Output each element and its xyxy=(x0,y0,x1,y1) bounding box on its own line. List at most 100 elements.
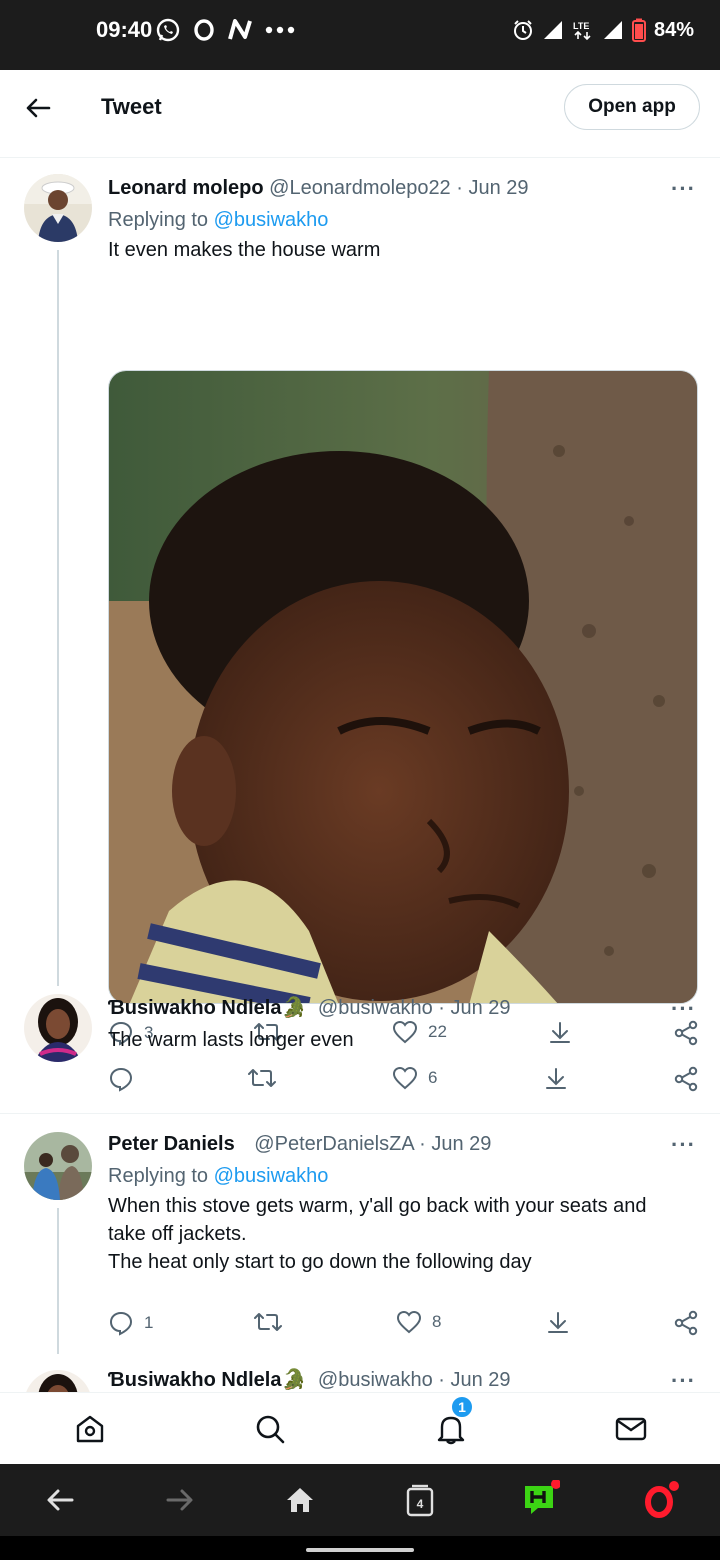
crocodile-emoji: 🐊 xyxy=(281,997,307,1019)
retweet-button[interactable] xyxy=(253,1310,293,1334)
share-link-button[interactable] xyxy=(673,1066,699,1092)
whatsapp-icon xyxy=(156,18,180,42)
alarm-icon xyxy=(513,20,532,40)
browser-back-button[interactable] xyxy=(40,1480,80,1520)
retweet-icon xyxy=(248,1069,276,1087)
more-options-icon[interactable]: ··· xyxy=(671,996,696,1022)
notification-badge: 1 xyxy=(450,1395,474,1419)
tweet-header: Leonard molepo @Leonardmolepo22 · Jun 29 xyxy=(108,174,700,202)
arrow-left-icon xyxy=(26,98,51,118)
opera-menu-icon xyxy=(645,1481,679,1518)
tweet-text-line: take off jackets. xyxy=(108,1223,247,1245)
signal-icon xyxy=(543,21,562,39)
crocodile-emoji: 🐊 xyxy=(281,1369,307,1391)
avatar[interactable] xyxy=(24,994,92,1062)
replying-label: Replying to xyxy=(108,1165,214,1187)
browser-tabs-button[interactable]: 4 xyxy=(400,1480,440,1520)
share-nodes-icon xyxy=(674,1310,698,1336)
battery-icon xyxy=(631,18,646,42)
status-bar: 09:40 LTE 84% xyxy=(0,0,720,70)
nav-search[interactable] xyxy=(250,1409,290,1449)
tweet-header: Ɓusiwakho Ndlela🐊 @busiwakho · Jun 29 xyxy=(108,1366,700,1394)
avatar[interactable] xyxy=(24,1132,92,1200)
tweet-date[interactable]: · Jun 29 xyxy=(456,177,528,199)
lte-icon: LTE xyxy=(573,21,591,41)
author-name[interactable]: Peter Daniels xyxy=(108,1133,235,1155)
tweet-text: The warm lasts longer even xyxy=(108,1029,354,1051)
tweet-text-line: When this stove gets warm, y'all go back… xyxy=(108,1195,647,1217)
share-button[interactable] xyxy=(544,1066,568,1092)
tweet-header: Peter Daniels @PeterDanielsZA · Jun 29 xyxy=(108,1130,700,1158)
reply-icon xyxy=(109,1311,133,1336)
reply-button[interactable]: 1 xyxy=(108,1310,153,1336)
author-handle[interactable]: @busiwakho xyxy=(318,997,433,1019)
page-title: Tweet xyxy=(101,94,162,119)
tweet-text: When this stove gets warm, y'all go back… xyxy=(108,1192,700,1276)
like-button[interactable]: 8 xyxy=(396,1310,441,1334)
tweet-text: It even makes the house warm xyxy=(108,239,381,261)
heart-icon xyxy=(396,1310,422,1334)
opera-icon xyxy=(194,19,214,41)
twitter-app: Tweet Open app Leonard molepo @Leonardmo… xyxy=(0,70,720,1464)
home-icon xyxy=(76,1415,104,1443)
author-name[interactable]: Ɓusiwakho Ndlela xyxy=(108,1369,281,1391)
replying-label: Replying to xyxy=(108,209,214,231)
replying-to-link[interactable]: @busiwakho xyxy=(214,1165,329,1187)
browser-forward-button[interactable] xyxy=(160,1480,200,1520)
author-name[interactable]: Ɓusiwakho Ndlela xyxy=(108,997,281,1019)
replying-to-link[interactable]: @busiwakho xyxy=(214,209,329,231)
more-options-icon[interactable]: ··· xyxy=(671,1132,696,1158)
avatar[interactable] xyxy=(24,174,92,242)
browser-home-button[interactable] xyxy=(280,1480,320,1520)
like-count: 8 xyxy=(432,1312,442,1331)
reply-button[interactable] xyxy=(108,1066,144,1092)
tweet-actions: 1 8 xyxy=(108,1310,700,1340)
like-count: 6 xyxy=(428,1068,438,1087)
download-share-icon xyxy=(548,1312,568,1333)
tweet-header: Ɓusiwakho Ndlela🐊 @busiwakho · Jun 29 xyxy=(108,994,700,1022)
thread-line xyxy=(57,250,59,986)
share-link-button[interactable] xyxy=(673,1310,699,1336)
home-icon xyxy=(287,1488,313,1512)
open-app-button[interactable]: Open app xyxy=(564,84,700,130)
nav-home[interactable] xyxy=(70,1409,110,1449)
tweet-date[interactable]: · Jun 29 xyxy=(419,1133,491,1155)
tweet-date[interactable]: · Jun 29 xyxy=(438,1369,510,1391)
retweet-button[interactable] xyxy=(247,1066,287,1090)
svg-text:LTE: LTE xyxy=(573,21,589,31)
battery-percent: 84% xyxy=(653,18,694,41)
tweet-text-line: The heat only start to go down the follo… xyxy=(108,1251,532,1273)
author-handle[interactable]: @PeterDanielsZA xyxy=(254,1133,413,1155)
top-bar: Tweet Open app xyxy=(0,70,720,158)
more-options-icon[interactable]: ··· xyxy=(671,176,696,202)
author-handle[interactable]: @busiwakho xyxy=(318,1369,433,1391)
hype-icon xyxy=(525,1480,560,1514)
status-left-icons xyxy=(155,14,295,46)
tweet-peter[interactable]: Peter Daniels @PeterDanielsZA · Jun 29 R… xyxy=(0,1114,720,1354)
nav-messages[interactable] xyxy=(611,1409,651,1449)
status-time: 09:40 xyxy=(96,17,153,42)
more-options-icon[interactable]: ··· xyxy=(671,1368,696,1394)
like-button[interactable]: 6 xyxy=(392,1066,437,1090)
tweet-actions: 6 xyxy=(108,1066,700,1096)
heart-icon xyxy=(392,1066,418,1090)
tweet-busiwakho-1[interactable]: Ɓusiwakho Ndlela🐊 @busiwakho · Jun 29 Th… xyxy=(0,986,720,1114)
back-button[interactable] xyxy=(20,90,56,126)
author-handle[interactable]: @Leonardmolepo22 xyxy=(269,177,451,199)
back-icon xyxy=(47,1489,74,1511)
tweet-date[interactable]: · Jun 29 xyxy=(438,997,510,1019)
download-share-icon xyxy=(546,1068,566,1089)
status-right-icons: LTE 84% xyxy=(512,14,694,46)
share-button[interactable] xyxy=(546,1310,570,1336)
tweet-image[interactable] xyxy=(108,370,698,1004)
tweet-leonard[interactable]: Leonard molepo @Leonardmolepo22 · Jun 29… xyxy=(0,158,720,1046)
svg-text:4: 4 xyxy=(417,1497,424,1511)
gesture-area xyxy=(0,1536,720,1560)
browser-opera-menu-button[interactable] xyxy=(640,1480,680,1520)
browser-hype-button[interactable] xyxy=(520,1480,560,1520)
messages-icon xyxy=(615,1417,647,1441)
gesture-handle[interactable] xyxy=(306,1548,414,1552)
search-icon xyxy=(256,1415,285,1444)
author-name[interactable]: Leonard molepo xyxy=(108,177,264,199)
tabs-icon: 4 xyxy=(406,1484,434,1517)
